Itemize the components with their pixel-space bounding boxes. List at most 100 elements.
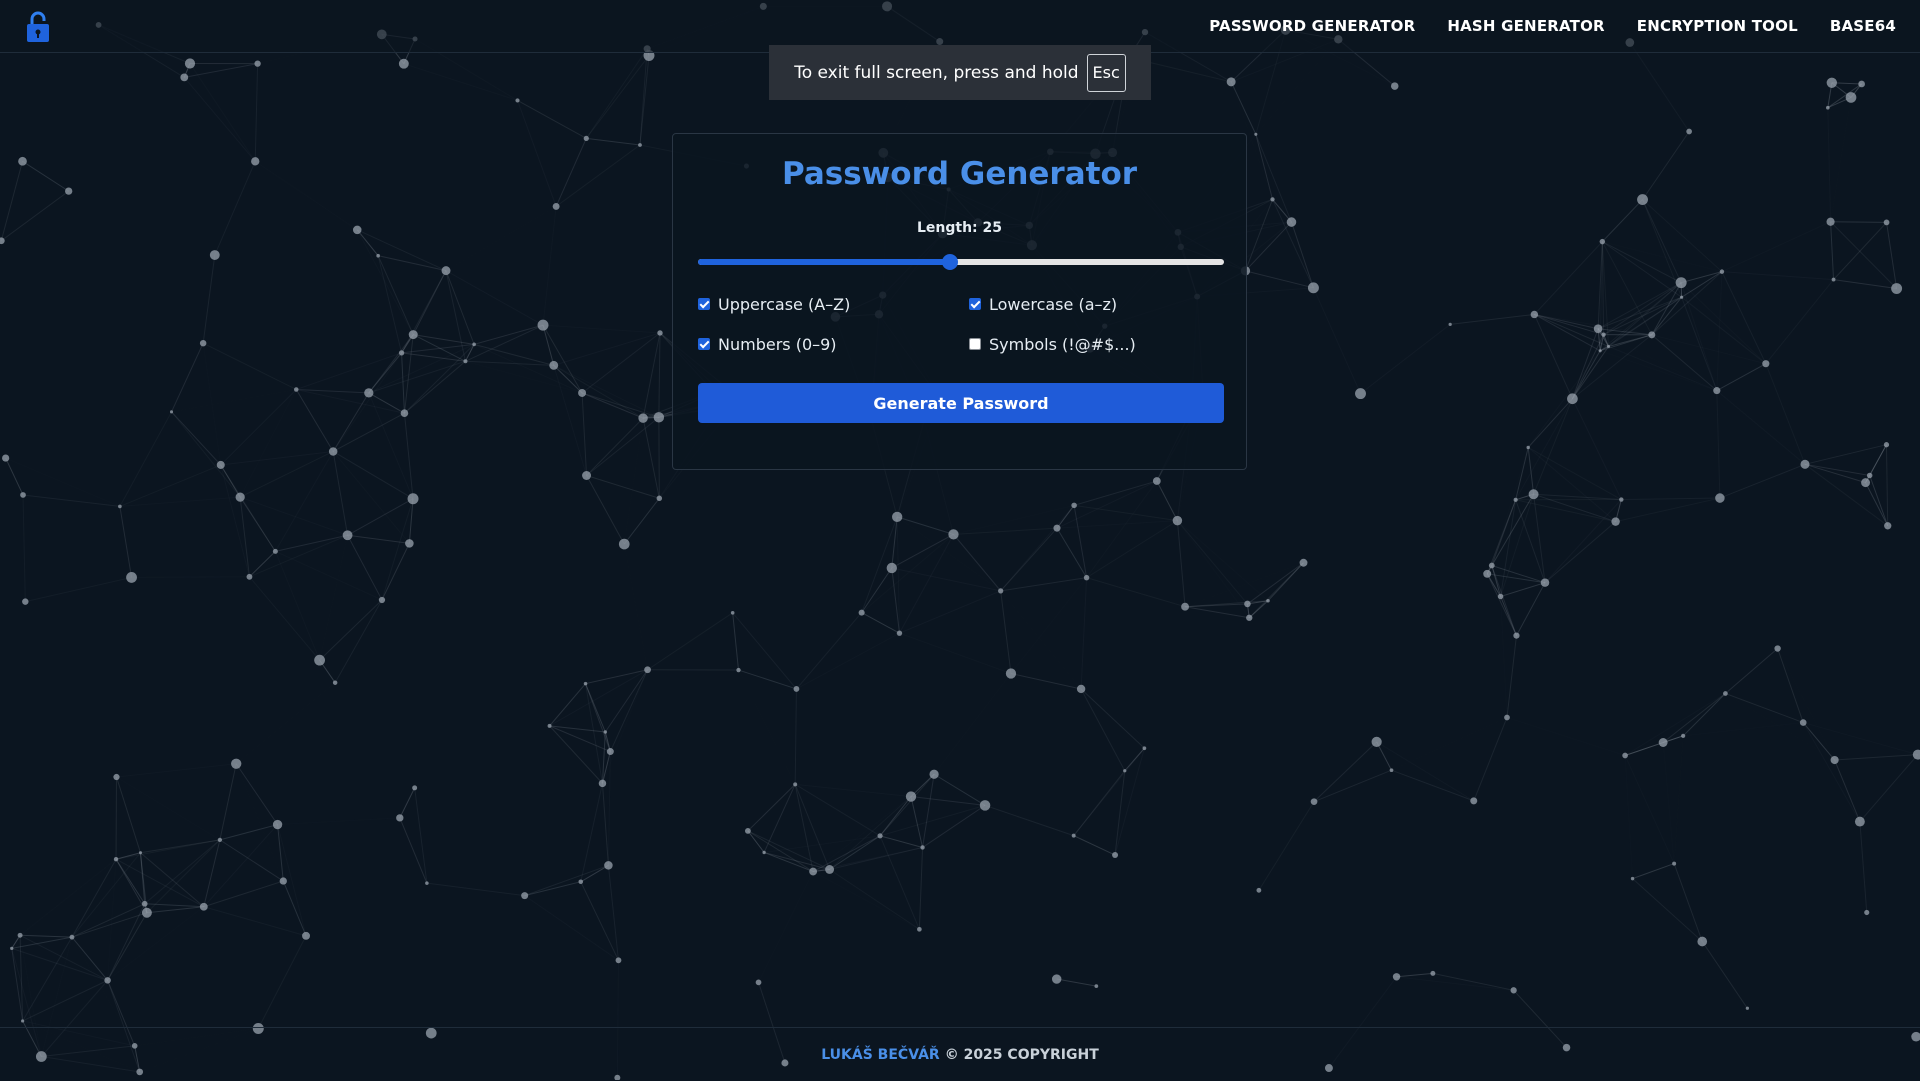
network-link xyxy=(1625,756,1632,879)
network-link xyxy=(556,138,586,206)
network-link xyxy=(1643,200,1722,272)
network-link xyxy=(1247,563,1303,604)
slider-thumb[interactable] xyxy=(942,254,958,270)
network-link xyxy=(602,783,608,865)
network-link xyxy=(1087,481,1157,578)
network-link xyxy=(1057,979,1097,986)
network-node xyxy=(1680,296,1683,299)
nav-link-encryption-tool[interactable]: ENCRYPTION TOOL xyxy=(1637,17,1798,35)
network-node xyxy=(1855,817,1865,827)
nav-link-hash-generator[interactable]: HASH GENERATOR xyxy=(1447,17,1604,35)
network-link xyxy=(1717,272,1722,391)
symbols-checkbox[interactable] xyxy=(969,338,981,350)
option-uppercase[interactable]: Uppercase (A–Z) xyxy=(698,294,969,314)
network-link xyxy=(427,883,525,895)
network-link xyxy=(862,613,900,634)
network-link xyxy=(764,852,813,871)
network-link xyxy=(275,451,333,551)
network-node xyxy=(917,927,922,932)
network-link xyxy=(643,333,660,418)
network-node xyxy=(1143,746,1147,750)
network-node xyxy=(185,58,195,68)
network-node xyxy=(1270,197,1274,201)
network-link xyxy=(278,825,284,881)
network-link xyxy=(1572,351,1600,399)
network-node xyxy=(553,203,560,210)
network-link xyxy=(72,937,108,980)
network-link xyxy=(1268,563,1304,601)
network-node xyxy=(1720,269,1724,273)
network-node xyxy=(142,901,148,907)
network-link xyxy=(1177,521,1247,604)
network-link xyxy=(1682,272,1722,298)
uppercase-checkbox[interactable] xyxy=(698,298,710,310)
network-link xyxy=(1433,973,1514,990)
network-link xyxy=(813,872,919,930)
network-link xyxy=(275,551,319,660)
network-node xyxy=(809,868,817,876)
network-link xyxy=(659,333,660,417)
network-link xyxy=(116,777,219,840)
network-link xyxy=(249,551,275,576)
network-node xyxy=(70,935,75,940)
network-link xyxy=(172,343,204,412)
nav-link-password-generator[interactable]: PASSWORD GENERATOR xyxy=(1209,17,1415,35)
network-link xyxy=(1803,723,1860,822)
network-link xyxy=(1870,475,1888,525)
network-link xyxy=(1273,199,1314,287)
network-link xyxy=(1834,280,1897,289)
network-link xyxy=(795,784,829,869)
network-link xyxy=(221,465,250,577)
network-node xyxy=(217,461,225,469)
numbers-checkbox[interactable] xyxy=(698,338,710,350)
network-link xyxy=(378,256,401,353)
network-link xyxy=(556,145,640,206)
network-node xyxy=(1832,278,1836,282)
network-link xyxy=(643,418,659,498)
network-link xyxy=(145,840,220,904)
nav-link-base64[interactable]: BASE64 xyxy=(1830,17,1896,35)
network-node xyxy=(793,782,797,786)
length-slider[interactable] xyxy=(698,252,1224,272)
network-node xyxy=(1390,768,1394,772)
network-node xyxy=(604,861,613,870)
network-node xyxy=(1774,645,1780,651)
network-node xyxy=(472,343,476,347)
network-link xyxy=(348,535,382,600)
footer-author-link[interactable]: LUKÁŠ BEČVÁŘ xyxy=(821,1047,939,1063)
network-node xyxy=(1800,719,1807,726)
network-link xyxy=(1501,500,1516,597)
option-numbers[interactable]: Numbers (0–9) xyxy=(698,334,969,354)
fullscreen-notice-text: To exit full screen, press and hold xyxy=(794,63,1078,83)
network-node xyxy=(21,1019,24,1022)
network-node xyxy=(1631,877,1634,880)
network-link xyxy=(72,859,116,937)
network-link xyxy=(1835,760,1860,822)
option-lowercase[interactable]: Lowercase (a–z) xyxy=(969,294,1224,314)
option-symbols[interactable]: Symbols (!@#$...) xyxy=(969,334,1224,354)
network-node xyxy=(1659,738,1668,747)
network-link xyxy=(20,935,108,980)
network-link xyxy=(1725,693,1803,722)
network-link xyxy=(1621,498,1720,500)
network-link xyxy=(795,689,796,784)
network-link xyxy=(1835,755,1918,760)
network-node xyxy=(22,598,28,604)
generate-password-button[interactable]: Generate Password xyxy=(698,383,1224,423)
network-link xyxy=(1702,942,1747,1009)
network-node xyxy=(200,903,208,911)
network-link xyxy=(1177,521,1268,601)
network-link xyxy=(1630,43,1689,132)
network-link xyxy=(1516,500,1545,583)
network-link xyxy=(1507,636,1516,718)
network-link xyxy=(203,343,296,389)
lock-icon[interactable] xyxy=(24,10,52,44)
network-node xyxy=(1858,81,1865,88)
network-link xyxy=(880,836,922,848)
network-link xyxy=(1625,756,1674,864)
network-node xyxy=(756,980,762,986)
lowercase-checkbox[interactable] xyxy=(969,298,981,310)
network-link xyxy=(320,535,348,660)
network-link xyxy=(1397,973,1433,976)
network-link xyxy=(369,393,413,499)
